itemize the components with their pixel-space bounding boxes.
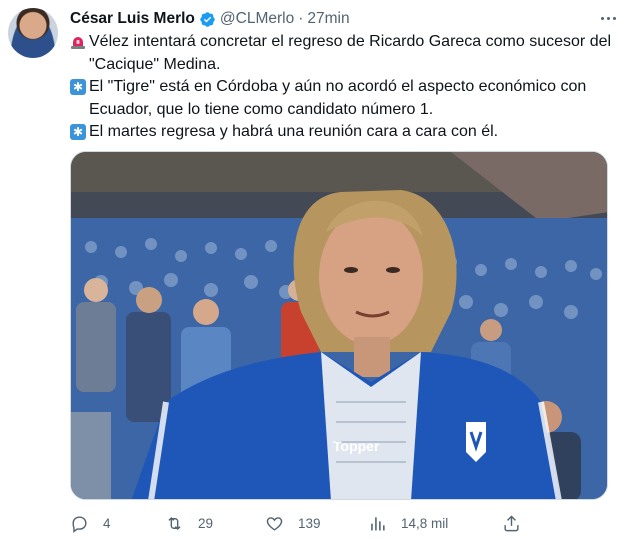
reply-count: 4 [103,515,111,531]
share-icon [504,514,519,531]
tweet-actions: 4 29 139 14,8 mil [70,508,540,538]
tweet-line-text: El "Tigre" está en Córdoba y aún no acor… [89,78,587,118]
author-avatar[interactable] [8,8,58,58]
heart-icon [266,516,283,531]
retweet-button[interactable]: 29 [165,514,213,533]
like-button[interactable]: 139 [265,514,321,533]
dot-icon [612,16,616,20]
author-name[interactable]: César Luis Merlo [70,9,195,29]
tweet-header: César Luis Merlo @CLMerlo · 27min [70,9,620,29]
like-count: 139 [298,515,321,531]
tweet-line: ✱ El "Tigre" está en Córdoba y aún no ac… [70,76,622,121]
tweet-card: César Luis Merlo @CLMerlo · 27min Vélez … [0,0,640,545]
dot-icon [600,16,604,20]
siren-icon [70,34,86,50]
reply-button[interactable]: 4 [70,514,111,533]
dot-icon [606,16,610,20]
author-handle[interactable]: @CLMerlo [220,9,294,29]
tweet-line: Vélez intentará concretar el regreso de … [70,31,622,76]
retweet-icon [168,516,181,530]
share-button[interactable] [502,514,521,533]
tweet-timestamp[interactable]: 27min [307,9,349,29]
reply-icon [72,515,87,533]
jersey-brand-label: Topper [333,438,380,454]
retweet-count: 29 [198,515,214,531]
tweet-photo[interactable]: Topper [70,151,608,500]
separator-dot: · [298,10,304,27]
tweet-text: Vélez intentará concretar el regreso de … [70,31,622,144]
tweet-line-text: Vélez intentará concretar el regreso de … [89,33,612,73]
tweet-line: ✱ El martes regresa y habrá una reunión … [70,121,622,144]
more-options-button[interactable] [596,6,620,30]
verified-badge-icon [200,11,215,27]
views-count: 14,8 mil [401,515,449,531]
tweet-line-text: El martes regresa y habrá una reunión ca… [89,123,499,140]
asterisk-icon: ✱ [70,79,86,95]
views-button[interactable]: 14,8 mil [368,514,448,533]
views-chart-icon [371,516,385,531]
asterisk-icon: ✱ [70,124,86,140]
